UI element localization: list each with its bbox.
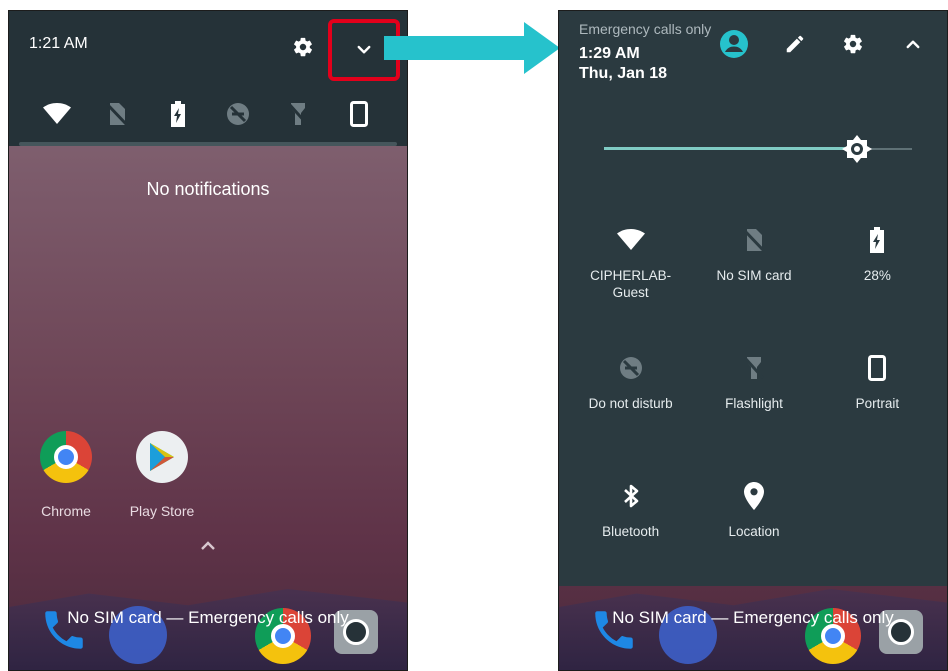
tile-wifi[interactable]: CIPHERLAB- Guest [569,221,692,317]
status-time: 1:21 AM [29,35,88,52]
transition-arrow-icon [384,22,560,74]
settings-gear-icon[interactable] [292,36,314,63]
tile-dnd-label: Do not disturb [588,396,673,411]
no-sim-icon [739,225,769,255]
bluetooth-icon [616,481,646,511]
emergency-calls-header: Emergency calls only [579,21,712,37]
tile-wifi-label: CIPHERLAB- Guest [590,268,672,300]
no-notifications-text: No notifications [146,179,270,199]
status-time: 1:29 AM [579,45,640,62]
play-store-app[interactable]: Play Store [127,431,197,519]
tile-no-sim[interactable]: No SIM card [692,221,815,317]
tile-dnd[interactable]: Do not disturb [569,349,692,445]
tile-portrait-label: Portrait [855,396,900,411]
shade-handle[interactable] [19,142,397,146]
play-store-icon [136,431,188,483]
brightness-thumb-icon[interactable] [839,131,875,172]
location-icon [739,481,769,511]
chevron-up-icon[interactable] [199,539,217,558]
chrome-icon [40,431,92,483]
user-account-icon[interactable] [719,29,749,64]
quick-settings-panel: Emergency calls only 1:29 AM Thu, Jan 18… [559,11,947,586]
tile-bluetooth-label: Bluetooth [602,524,660,539]
flashlight-icon [739,353,769,383]
tile-no-sim-label: No SIM card [716,268,792,283]
tile-location-label: Location [728,524,780,539]
notification-shade-header: 1:21 AM [9,11,407,146]
brightness-fill [604,147,857,150]
edit-pencil-icon[interactable] [784,33,806,60]
no-sim-icon[interactable] [102,99,132,129]
play-store-label: Play Store [129,503,195,519]
flashlight-icon[interactable] [283,99,313,129]
tile-flashlight-label: Flashlight [725,396,783,411]
portrait-icon [862,353,892,383]
emergency-calls-text: No SIM card — Emergency calls only [67,608,349,627]
tile-portrait[interactable]: Portrait [816,349,939,445]
chrome-label: Chrome [41,503,91,519]
chrome-app[interactable]: Chrome [31,431,101,519]
tile-battery-label: 28% [863,268,891,283]
quick-settings-row [9,89,407,139]
emergency-calls-text: No SIM card — Emergency calls only [612,608,894,627]
chevron-up-icon[interactable] [904,35,922,58]
dnd-icon [616,353,646,383]
tile-location[interactable]: Location [692,477,815,573]
wifi-icon[interactable] [42,99,72,129]
tile-flashlight[interactable]: Flashlight [692,349,815,445]
collapsed-shade-screen: 1:21 AM No notifications Chrome Play Sto… [8,10,408,671]
dnd-icon[interactable] [223,99,253,129]
settings-gear-icon[interactable] [842,33,864,60]
expanded-shade-screen: Emergency calls only 1:29 AM Thu, Jan 18… [558,10,948,671]
battery-icon[interactable] [163,99,193,129]
chevron-down-icon [357,45,371,54]
battery-icon [862,225,892,255]
tile-bluetooth[interactable]: Bluetooth [569,477,692,573]
quick-settings-grid: CIPHERLAB- Guest No SIM card 28% Do not … [569,221,939,573]
brightness-slider[interactable] [604,135,912,163]
portrait-icon[interactable] [344,99,374,129]
tile-battery[interactable]: 28% [816,221,939,317]
status-date: Thu, Jan 18 [579,65,668,82]
wifi-icon [616,225,646,255]
